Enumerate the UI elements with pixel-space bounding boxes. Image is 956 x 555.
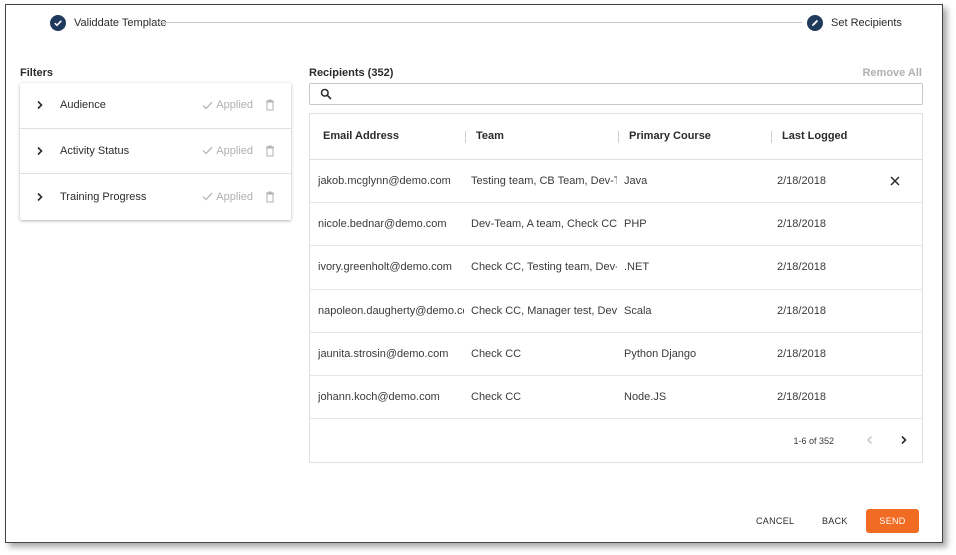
column-header-team[interactable]: Team (476, 130, 504, 142)
cell-team: Check CC, Manager test, Dev-Team (471, 304, 617, 317)
filter-audience[interactable]: Audience Applied (20, 83, 291, 129)
cell-email: johann.koch@demo.com (318, 390, 440, 403)
cell-course: Java (624, 175, 648, 187)
filter-label: Activity Status (60, 144, 130, 157)
filter-activity-status[interactable]: Activity Status Applied (20, 129, 291, 175)
recipients-title: Recipients (352) (309, 67, 394, 79)
cell-last-logged: 2/18/2018 (777, 175, 826, 187)
cell-course: Node.JS (624, 390, 667, 403)
cell-team: Check CC (471, 390, 522, 403)
table-row[interactable]: jakob.mcglynn@demo.com Testing team, CB … (310, 160, 922, 204)
filter-training-progress[interactable]: Training Progress Applied (20, 174, 291, 220)
remove-all-button[interactable]: Remove All (862, 67, 922, 79)
column-divider (771, 131, 772, 143)
table-row[interactable]: johann.koch@demo.com Check CC Node.JS 2/… (310, 376, 922, 420)
check-icon (202, 193, 213, 201)
back-button[interactable]: BACK (822, 516, 848, 526)
pencil-circle-icon (807, 15, 823, 31)
table-row[interactable]: nicole.bednar@demo.com Dev-Team, A team,… (310, 203, 922, 247)
cell-team: Check CC (471, 347, 522, 360)
column-header-course[interactable]: Primary Course (629, 130, 711, 142)
table-row[interactable]: napoleon.daugherty@demo.com Check CC, Ma… (310, 290, 922, 333)
step-set-recipients: Set Recipients (807, 13, 902, 33)
filter-status: Applied (202, 99, 253, 111)
chevron-right-icon (36, 100, 46, 110)
search-icon (320, 88, 332, 100)
column-divider (618, 131, 619, 143)
cell-email: napoleon.daugherty@demo.com (318, 304, 464, 317)
table-header: Email Address Team Primary Course Last L… (310, 114, 922, 160)
cell-last-logged: 2/18/2018 (777, 218, 826, 231)
cell-last-logged: 2/18/2018 (777, 390, 826, 403)
cell-email: nicole.bednar@demo.com (318, 218, 447, 231)
column-divider (465, 131, 466, 143)
step-label: Set Recipients (831, 17, 902, 29)
recipients-table: Email Address Team Primary Course Last L… (309, 113, 923, 463)
cell-last-logged: 2/18/2018 (777, 347, 826, 360)
cell-last-logged: 2/18/2018 (777, 304, 826, 317)
filter-label: Audience (60, 99, 106, 112)
cell-team: Testing team, CB Team, Dev-Team (471, 175, 617, 187)
chevron-right-icon (36, 146, 46, 156)
filter-status: Applied (202, 145, 253, 157)
cancel-button[interactable]: CANCEL (756, 516, 794, 526)
app-window: Validdate Template Set Recipients Filter… (5, 4, 943, 543)
cell-last-logged: 2/18/2018 (777, 261, 826, 274)
pagination-range: 1-6 of 352 (793, 436, 834, 446)
step-validate-template: Validdate Template (50, 13, 167, 33)
chevron-left-icon[interactable] (864, 434, 876, 446)
cell-team: Dev-Team, A team, Check CC, Testing team (471, 218, 617, 231)
table-row[interactable]: ivory.greenholt@demo.com Check CC, Testi… (310, 246, 922, 290)
cell-course: Scala (624, 304, 652, 317)
cell-course: .NET (624, 261, 650, 274)
trash-icon[interactable] (263, 144, 277, 158)
chevron-right-icon[interactable] (898, 434, 910, 446)
cell-email: jaunita.strosin@demo.com (318, 347, 449, 360)
column-header-email[interactable]: Email Address (323, 130, 399, 142)
table-pagination: 1-6 of 352 (310, 420, 922, 462)
filter-status-label: Applied (216, 190, 253, 203)
chevron-right-icon (36, 192, 46, 202)
filter-status: Applied (202, 191, 253, 203)
cell-email: jakob.mcglynn@demo.com (318, 175, 451, 187)
step-label: Validdate Template (74, 17, 167, 29)
table-row[interactable]: jaunita.strosin@demo.com Check CC Python… (310, 333, 922, 376)
column-header-last-logged[interactable]: Last Logged (782, 130, 847, 142)
cell-team: Check CC, Testing team, Dev-Team (471, 261, 617, 274)
filters-panel: Audience Applied Activity Status Applied (20, 83, 291, 220)
cell-course: Python Django (624, 347, 697, 360)
search-input[interactable] (340, 88, 922, 100)
cell-course: PHP (624, 218, 647, 231)
trash-icon[interactable] (263, 190, 277, 204)
trash-icon[interactable] (263, 98, 277, 112)
remove-recipient-close-icon[interactable] (888, 174, 902, 188)
filter-label: Training Progress (60, 190, 147, 203)
search-field[interactable] (309, 83, 923, 105)
stepper-connector (158, 22, 802, 23)
filter-status-label: Applied (216, 99, 253, 112)
filter-status-label: Applied (216, 144, 253, 157)
cell-email: ivory.greenholt@demo.com (318, 261, 452, 274)
check-icon (202, 147, 213, 155)
check-circle-icon (50, 15, 66, 31)
filters-title: Filters (20, 67, 54, 79)
send-button[interactable]: SEND (866, 509, 919, 533)
check-icon (202, 101, 213, 110)
